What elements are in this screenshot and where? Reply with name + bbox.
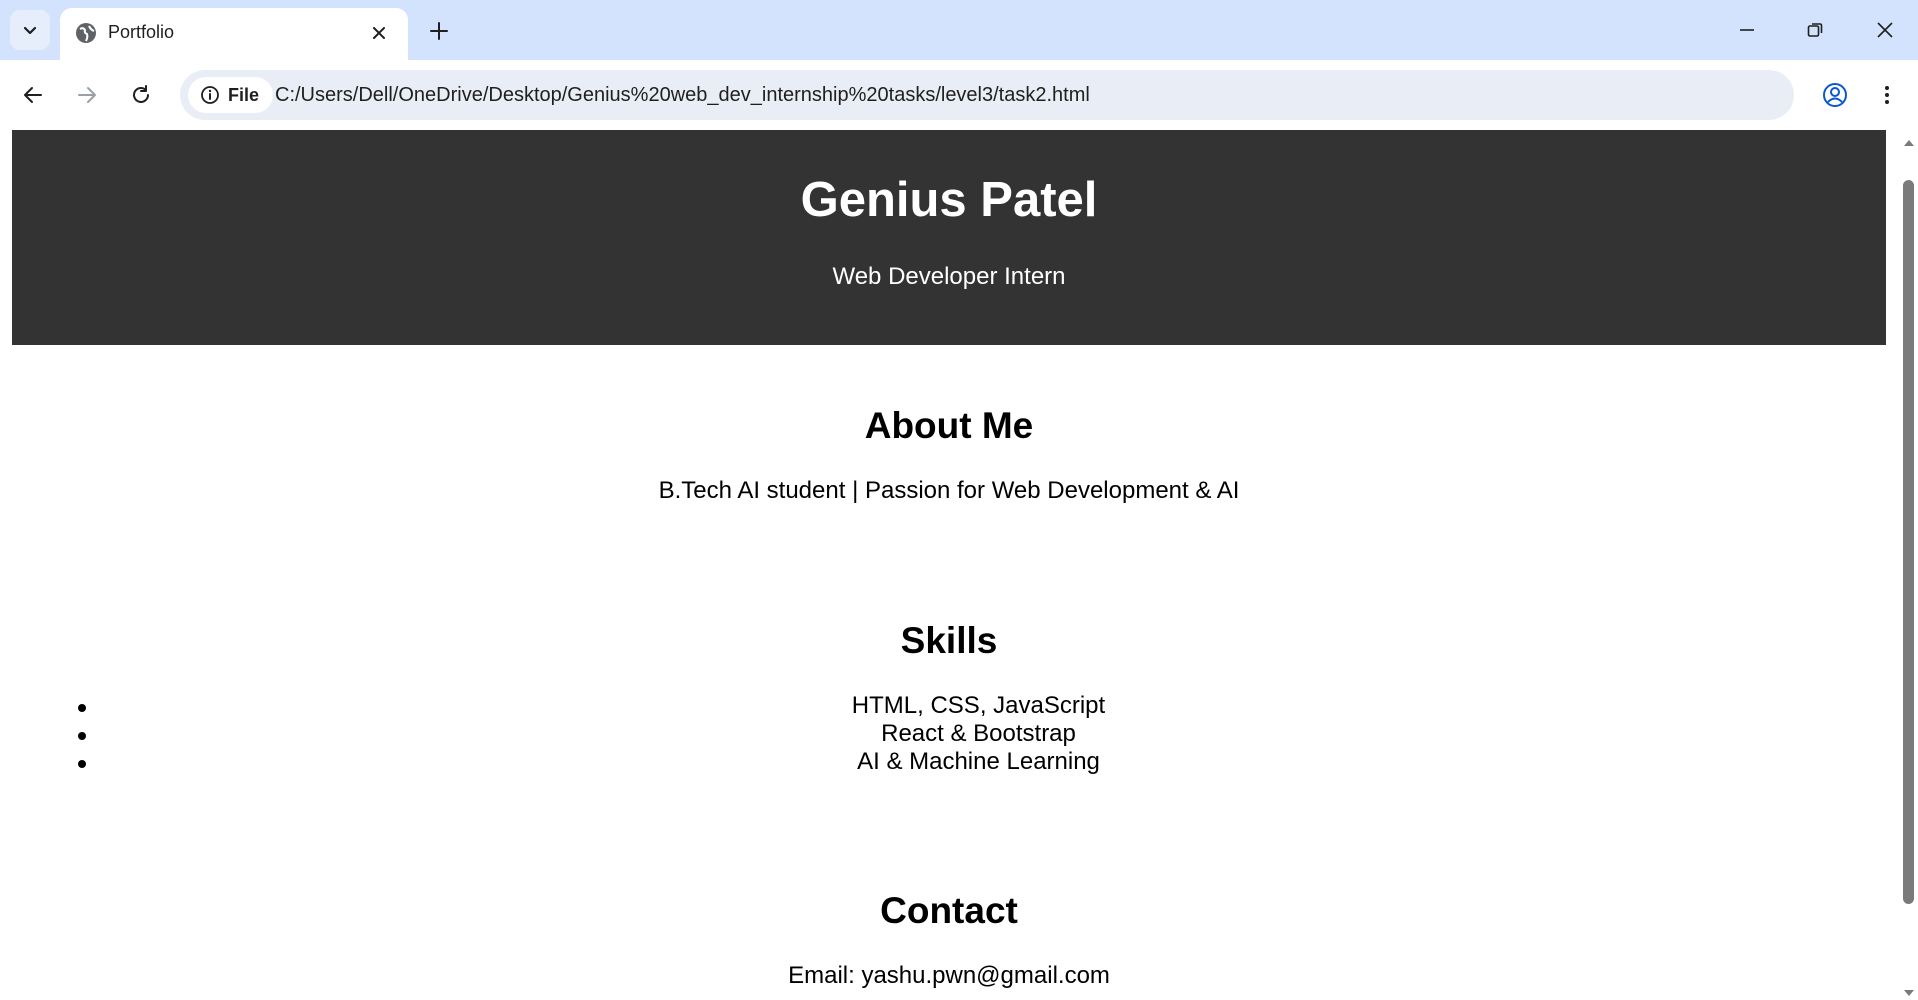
bullet-icon [78, 732, 86, 740]
site-chip-label: File [228, 84, 260, 105]
skills-list: HTML, CSS, JavaScript React & Bootstrap … [78, 692, 1861, 776]
reload-button[interactable] [122, 76, 160, 114]
restore-icon [1807, 23, 1823, 37]
contact-heading: Contact [880, 890, 1018, 931]
minimize-button[interactable] [1722, 10, 1772, 50]
more-vert-icon [1885, 86, 1889, 104]
close-icon [1877, 22, 1893, 38]
reload-icon [133, 85, 149, 103]
info-icon [201, 86, 219, 104]
profile-button[interactable] [1816, 76, 1854, 114]
list-item: HTML, CSS, JavaScript [78, 692, 1861, 720]
tab-search-button[interactable] [10, 10, 50, 50]
vertical-scrollbar[interactable] [1900, 130, 1918, 1000]
new-tab-button[interactable] [424, 16, 454, 46]
page-viewport: Genius Patel Web Developer Intern About … [0, 130, 1900, 1000]
scroll-up-button[interactable] [1900, 136, 1918, 150]
window-close-button[interactable] [1860, 10, 1910, 50]
skill-label: React & Bootstrap [881, 720, 1076, 747]
forward-button[interactable] [68, 76, 106, 114]
bullet-icon [78, 760, 86, 768]
address-bar[interactable]: File C:/Users/Dell/OneDrive/Desktop/Geni… [180, 70, 1794, 120]
triangle-up-icon [1904, 140, 1914, 146]
globe-icon [76, 23, 96, 43]
url-text[interactable]: C:/Users/Dell/OneDrive/Desktop/Genius%20… [275, 84, 1090, 107]
skill-label: HTML, CSS, JavaScript [851, 692, 1106, 719]
list-item: AI & Machine Learning [78, 748, 1861, 776]
header-banner: Genius Patel Web Developer Intern [12, 130, 1886, 345]
tab-title: Portfolio [108, 22, 175, 42]
list-item: React & Bootstrap [78, 720, 1861, 748]
scroll-down-button[interactable] [1900, 986, 1918, 1000]
plus-icon [430, 22, 448, 40]
minimize-icon [1740, 29, 1754, 31]
about-heading: About Me [864, 405, 1034, 446]
browser-toolbar: File C:/Users/Dell/OneDrive/Desktop/Geni… [0, 60, 1918, 130]
bullet-icon [78, 704, 86, 712]
arrow-left-icon [24, 87, 42, 103]
page-title: Genius Patel [800, 173, 1098, 227]
tab-portfolio[interactable]: Portfolio [60, 8, 408, 60]
skills-heading: Skills [900, 620, 998, 661]
arrow-right-icon [78, 87, 96, 103]
browser-menu-button[interactable] [1868, 76, 1906, 114]
triangle-down-icon [1904, 990, 1914, 996]
about-text: B.Tech AI student | Passion for Web Deve… [658, 477, 1240, 504]
chevron-down-icon [23, 26, 37, 35]
contact-email: Email: yashu.pwn@gmail.com [788, 962, 1110, 989]
tab-strip: Portfolio [0, 0, 1918, 60]
site-info-chip[interactable]: File [188, 77, 274, 113]
skill-label: AI & Machine Learning [857, 748, 1100, 775]
back-button[interactable] [14, 76, 52, 114]
browser-chrome: Portfolio File C:/Users/Dell/OneDrive/De… [0, 0, 1918, 130]
account-icon [1823, 83, 1847, 107]
tab-close-button[interactable] [366, 20, 392, 46]
close-icon [373, 27, 385, 39]
restore-button[interactable] [1790, 10, 1840, 50]
page-subtitle: Web Developer Intern [832, 263, 1066, 290]
scroll-thumb[interactable] [1903, 180, 1914, 904]
